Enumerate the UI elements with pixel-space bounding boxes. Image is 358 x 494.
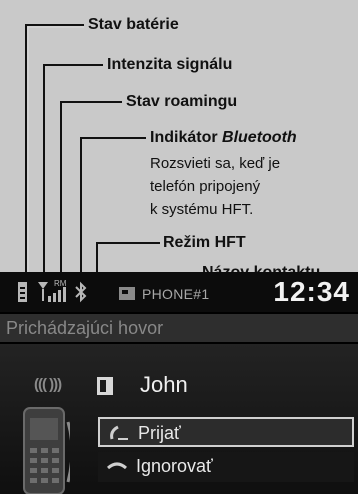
- ringing-wave-icon: ((( ))): [34, 376, 62, 393]
- callout-bluetooth-prefix: Indikátor: [150, 129, 223, 146]
- accept-call-label: Prijať: [138, 423, 181, 443]
- ignore-call-icon: [107, 462, 127, 470]
- clock: 12:34: [273, 276, 350, 307]
- incoming-call-text: Prichádzajúci hovor: [6, 318, 164, 338]
- battery-icon: [18, 282, 27, 302]
- incoming-call-bar: Prichádzajúci hovor: [0, 314, 358, 342]
- callout-bluetooth-italic: Bluetooth: [222, 129, 297, 146]
- phone-icon: [119, 287, 135, 300]
- status-bar: RM PHONE#1 12:34: [0, 272, 358, 312]
- ignore-call-label: Ignorovať: [136, 456, 213, 476]
- desc-line: telefón pripojený: [150, 178, 261, 195]
- accept-call-icon: [110, 425, 128, 440]
- roaming-badge: RM: [54, 279, 67, 288]
- contact-card-icon: [97, 377, 113, 395]
- signal-strength-icon: RM: [38, 279, 67, 302]
- callout-hft-mode: Režim HFT: [163, 234, 246, 252]
- callout-signal: Intenzita signálu: [107, 56, 233, 74]
- callout-roaming: Stav roamingu: [126, 93, 238, 111]
- callout-bluetooth-description: Rozsvieti sa, keď je telefón pripojený k…: [150, 152, 280, 221]
- desc-line: k systému HFT.: [150, 201, 254, 218]
- bluetooth-icon: [75, 281, 87, 303]
- ignore-call-button[interactable]: Ignorovať: [98, 452, 354, 482]
- contact-name: John: [140, 372, 188, 397]
- callout-battery: Stav batérie: [88, 16, 179, 34]
- desc-line: Rozsvieti sa, keď je: [150, 155, 281, 172]
- handset-icon: [23, 407, 70, 494]
- callout-bluetooth: Indikátor Bluetooth: [150, 129, 297, 147]
- phone-name: PHONE#1: [142, 286, 210, 302]
- accept-call-button[interactable]: Prijať: [98, 417, 354, 447]
